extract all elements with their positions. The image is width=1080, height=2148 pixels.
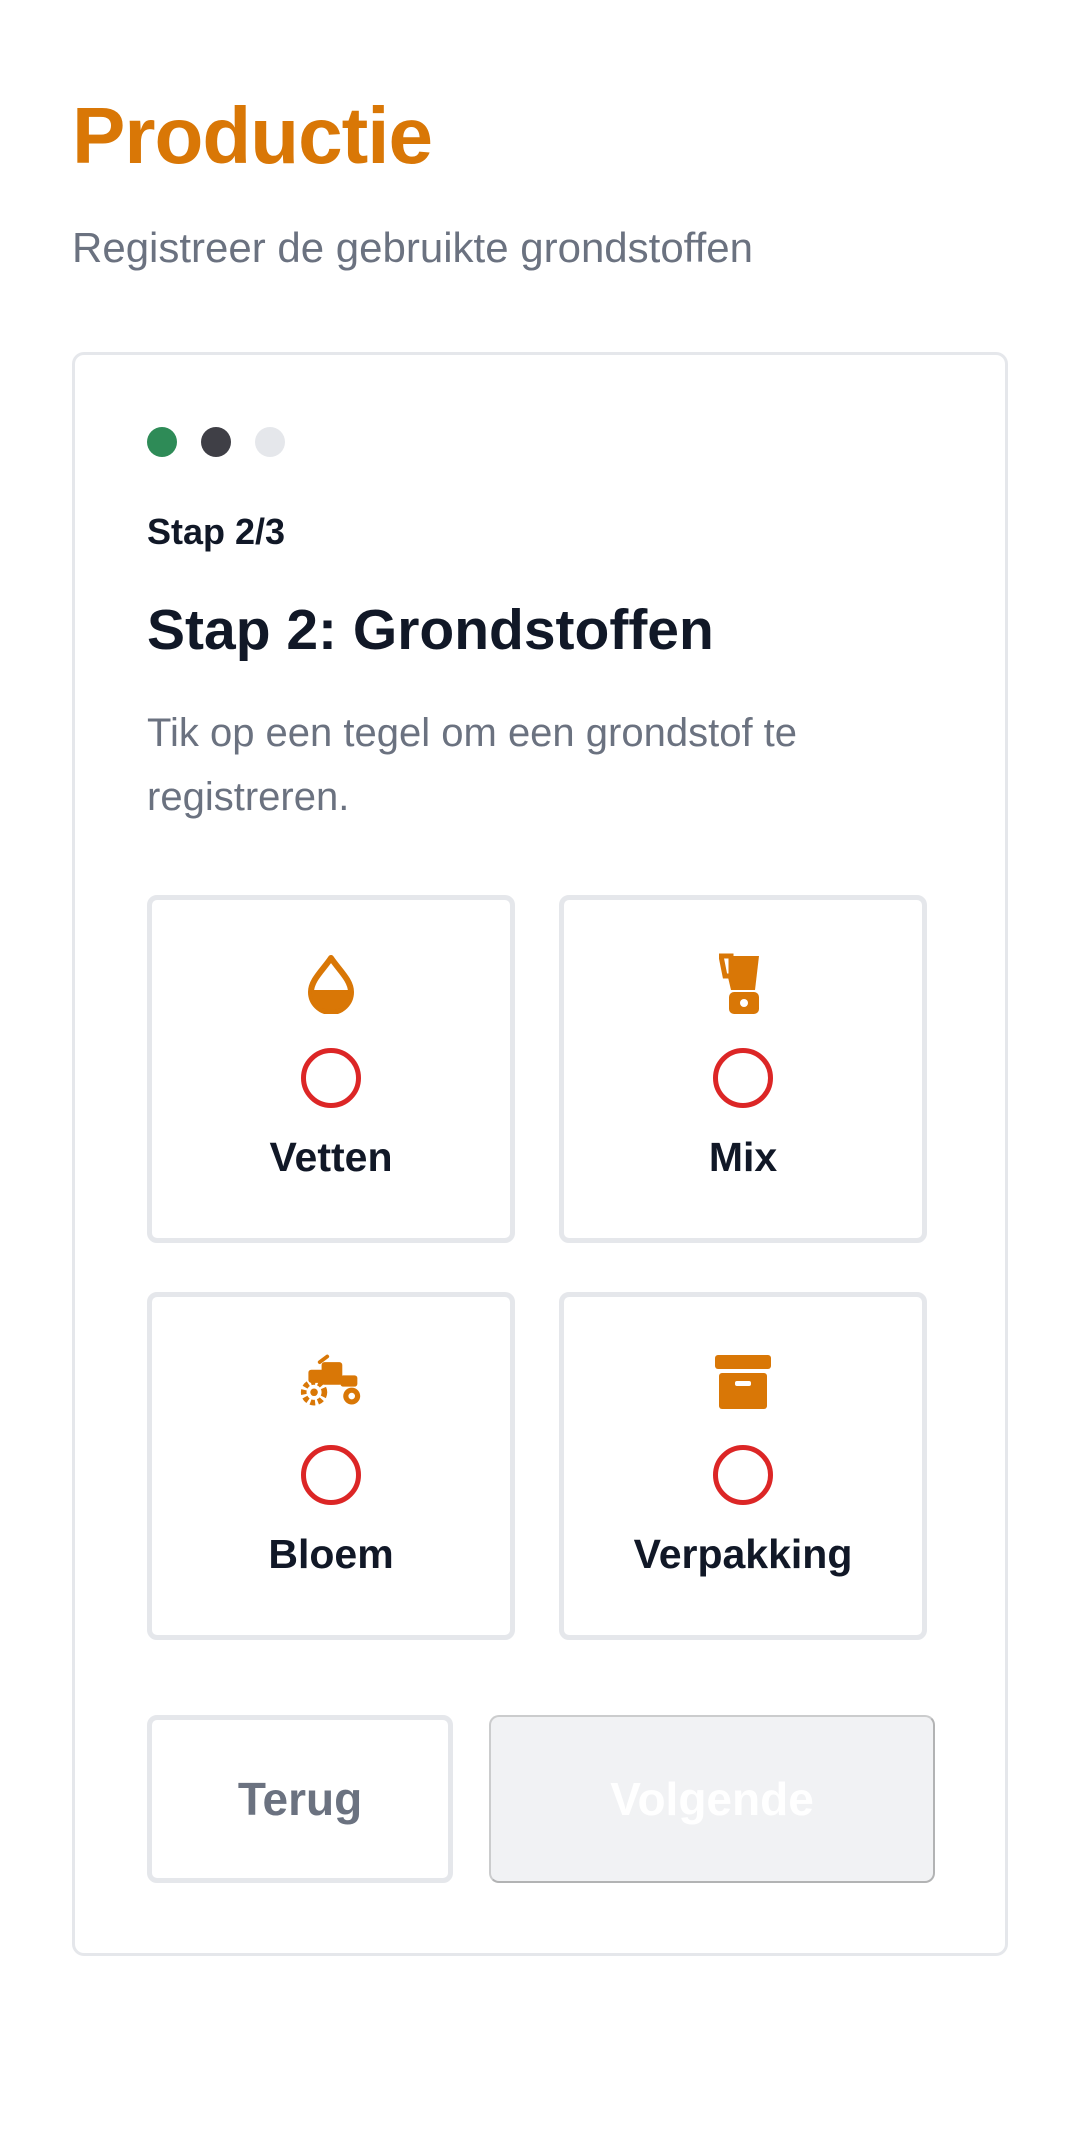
step-dot-current xyxy=(201,427,231,457)
step-indicator xyxy=(147,427,285,457)
tile-label: Verpakking xyxy=(633,1531,853,1577)
back-button[interactable]: Terug xyxy=(147,1715,453,1883)
page-subtitle: Registreer de gebruikte grondstoffen xyxy=(72,224,753,271)
unregistered-status-icon xyxy=(713,1445,773,1505)
step-title: Stap 2: Grondstoffen xyxy=(147,598,714,662)
page-title: Productie xyxy=(72,91,433,180)
droplet-half-icon xyxy=(299,952,363,1016)
step-dot-upcoming xyxy=(255,427,285,457)
unregistered-status-icon xyxy=(713,1048,773,1108)
step-dot-completed xyxy=(147,427,177,457)
tile-label: Bloem xyxy=(268,1531,394,1577)
production-page: Productie Registreer de gebruikte gronds… xyxy=(0,0,1080,2148)
next-button[interactable]: Volgende xyxy=(489,1715,935,1883)
tile-bloem[interactable]: Bloem xyxy=(147,1292,515,1640)
blender-icon xyxy=(711,952,775,1016)
unregistered-status-icon xyxy=(301,1445,361,1505)
tractor-icon xyxy=(299,1349,363,1413)
tile-verpakking[interactable]: Verpakking xyxy=(559,1292,927,1640)
unregistered-status-icon xyxy=(301,1048,361,1108)
step-description: Tik op een tegel om een grondstof te reg… xyxy=(147,711,798,819)
tile-mix[interactable]: Mix xyxy=(559,895,927,1243)
archive-box-icon xyxy=(711,1349,775,1413)
tile-vetten[interactable]: Vetten xyxy=(147,895,515,1243)
step-counter: Stap 2/3 xyxy=(147,511,286,552)
wizard-card: Stap 2/3 Stap 2: Grondstoffen Tik op een… xyxy=(72,352,1008,1956)
tile-label: Vetten xyxy=(269,1134,393,1180)
tile-label: Mix xyxy=(708,1134,778,1180)
